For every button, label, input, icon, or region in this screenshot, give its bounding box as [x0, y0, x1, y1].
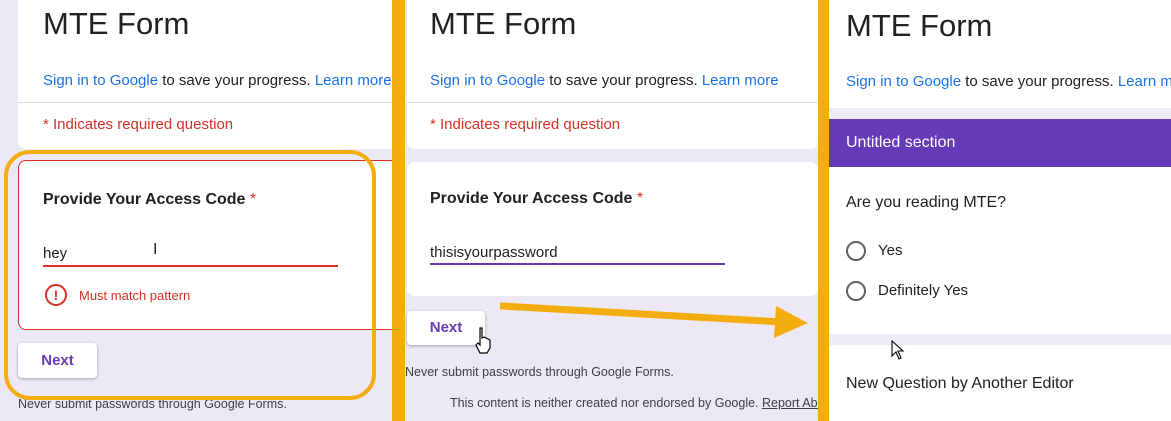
input-underline-focused: [430, 263, 725, 265]
form-title: MTE Form: [846, 8, 993, 43]
section-header: Untitled section: [829, 119, 1171, 167]
panel-separator: [392, 0, 405, 421]
radio-yes[interactable]: [846, 241, 866, 261]
signin-line: Sign in to Google to save your progress.…: [846, 73, 1171, 90]
next-button[interactable]: Next: [407, 311, 485, 345]
form-header-card: MTE Form Sign in to Google to save your …: [829, 0, 1171, 108]
form-header-card: MTE Form Sign in to Google to save your …: [407, 0, 818, 149]
question-card: Are you reading MTE? Yes Definitely Yes: [829, 167, 1171, 334]
signin-line: Sign in to Google to save your progress.…: [430, 72, 779, 89]
signin-middle-text: to save your progress.: [158, 72, 315, 89]
option-label-definitely-yes: Definitely Yes: [878, 282, 969, 299]
question-card: Provide Your Access Code * thisisyourpas…: [407, 162, 818, 296]
password-warning: Never submit passwords through Google Fo…: [405, 365, 674, 379]
question-title: Are you reading MTE?: [846, 194, 1007, 211]
panel-correct-code: MTE Form Sign in to Google to save your …: [405, 0, 818, 421]
required-note: * Indicates required question: [430, 116, 621, 133]
form-header-card: MTE Form Sign in to Google to save your …: [18, 0, 392, 149]
mouse-cursor-icon: [891, 339, 905, 360]
access-code-input[interactable]: thisisyourpassword: [430, 244, 558, 261]
signin-line: Sign in to Google to save your progress.…: [43, 72, 392, 89]
header-divider: [407, 102, 818, 103]
question-card: New Question by Another Editor: [829, 345, 1171, 421]
learn-more-link[interactable]: Learn more: [702, 72, 779, 89]
panel-separator: [818, 0, 829, 421]
learn-more-link[interactable]: Learn more: [315, 72, 392, 89]
report-abuse-link[interactable]: Report Abuse: [762, 396, 818, 410]
panel-next-section: MTE Form Sign in to Google to save your …: [829, 0, 1171, 421]
arrow-icon: [498, 296, 815, 340]
sign-in-link[interactable]: Sign in to Google: [846, 73, 961, 90]
hand-pointer-icon: [475, 326, 493, 354]
required-note: * Indicates required question: [43, 116, 234, 133]
highlight-ring: [4, 150, 376, 400]
signin-middle-text: to save your progress.: [545, 72, 702, 89]
radio-definitely-yes[interactable]: [846, 281, 866, 301]
disclaimer: This content is neither created nor endo…: [450, 396, 818, 410]
question-title: Provide Your Access Code *: [430, 190, 643, 208]
sign-in-link[interactable]: Sign in to Google: [430, 72, 545, 89]
question-title-text: Provide Your Access Code: [430, 190, 633, 207]
form-title: MTE Form: [43, 6, 190, 41]
next-question-title: New Question by Another Editor: [846, 375, 1074, 392]
header-divider: [18, 102, 392, 103]
signin-middle-text: to save your progress.: [961, 73, 1118, 90]
sign-in-link[interactable]: Sign in to Google: [43, 72, 158, 89]
option-label-yes: Yes: [878, 242, 903, 259]
required-star: *: [636, 190, 644, 207]
learn-more-link[interactable]: Learn more: [1118, 73, 1171, 90]
form-title: MTE Form: [430, 6, 577, 41]
section-title: Untitled section: [846, 134, 956, 151]
disclaimer-text: This content is neither created nor endo…: [450, 396, 759, 410]
